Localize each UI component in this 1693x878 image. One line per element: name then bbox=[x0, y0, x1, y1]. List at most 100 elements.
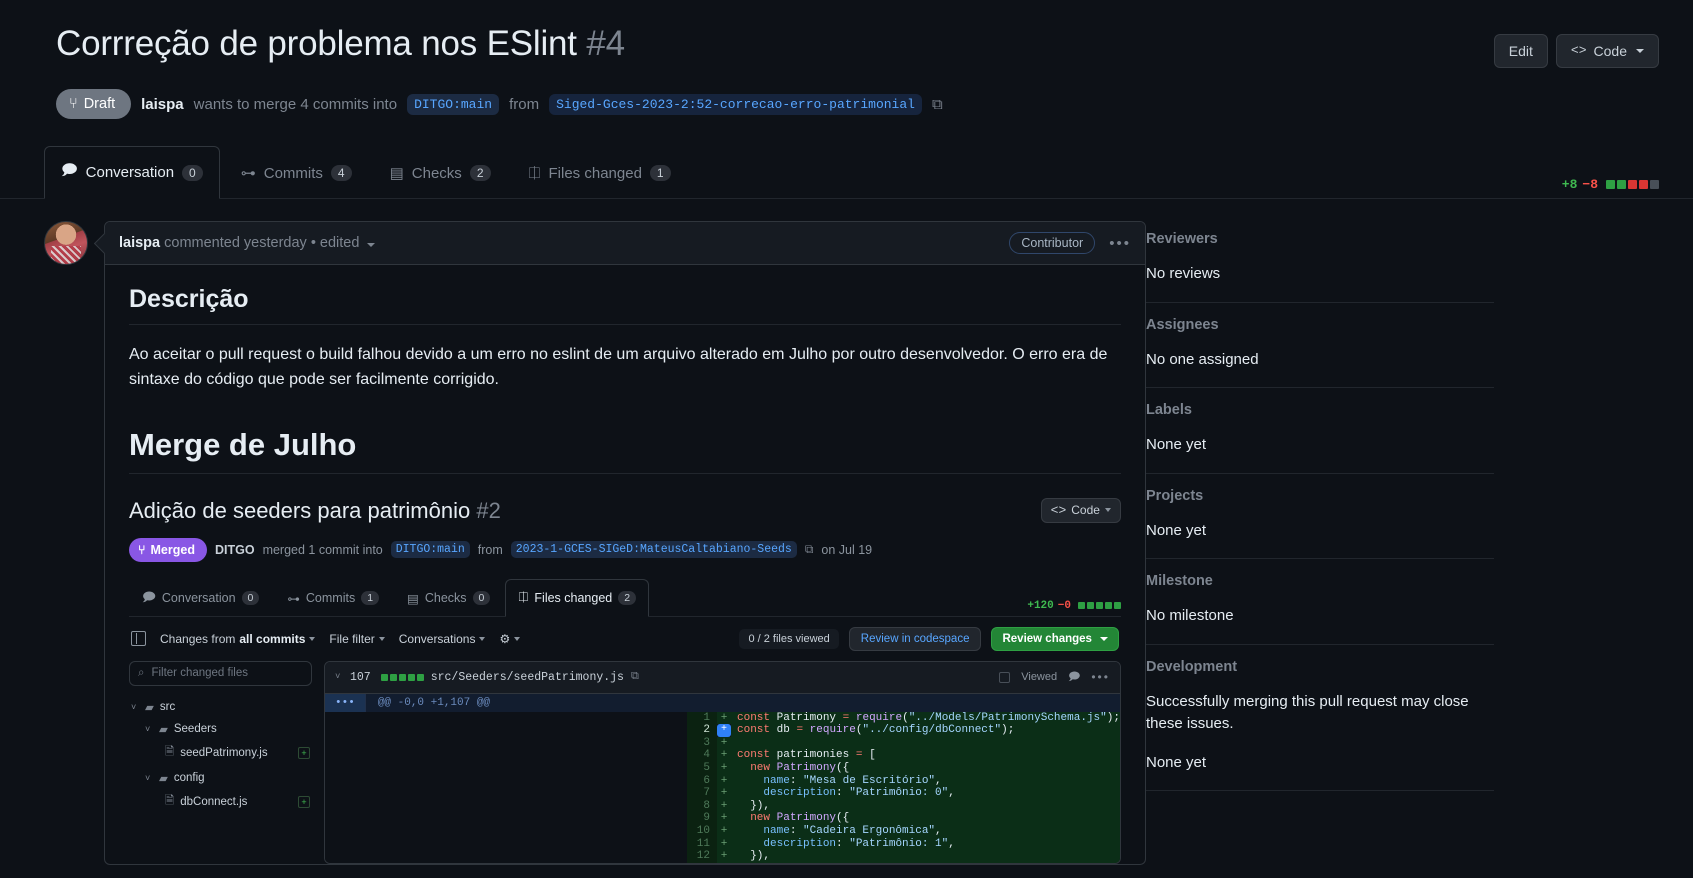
folder-icon: ▰ bbox=[159, 723, 168, 736]
diff-settings-button[interactable]: ⚙ bbox=[499, 631, 521, 646]
embedded-merged-by[interactable]: DITGO bbox=[215, 543, 255, 557]
embedded-tab-files-changed[interactable]: ⎅ Files changed 2 bbox=[505, 578, 650, 617]
embedded-tab-files-changed-label: Files changed bbox=[534, 590, 613, 605]
embedded-tab-checks[interactable]: ▤ Checks 0 bbox=[394, 579, 503, 617]
file-path[interactable]: src/Seeders/seedPatrimony.js bbox=[431, 671, 624, 684]
sidebar-section-assignees: Assignees No one assigned bbox=[1146, 303, 1494, 388]
tab-checks-label: Checks bbox=[411, 164, 462, 182]
embedded-diff-blocks bbox=[1077, 602, 1121, 610]
head-branch-chip[interactable]: Siged-Gces-2023-2:52-correcao-erro-patri… bbox=[549, 93, 922, 115]
sidebar-title[interactable]: Development bbox=[1146, 659, 1494, 675]
code-brackets-icon: <> bbox=[1570, 43, 1587, 58]
chevron-down-icon bbox=[1099, 636, 1108, 641]
tab-commits[interactable]: ⊶ Commits 4 bbox=[224, 146, 369, 199]
base-branch-chip[interactable]: DITGO:main bbox=[407, 93, 500, 115]
tree-item-dbconnect[interactable]: 🗎 dbConnect.js + bbox=[129, 789, 312, 816]
file-comment-icon[interactable]: 🗩 bbox=[1068, 668, 1080, 687]
file-menu-button[interactable]: ••• bbox=[1091, 670, 1110, 684]
comment-header: laispa commented yesterday • edited Cont… bbox=[105, 222, 1145, 265]
tree-item-src[interactable]: ˅ ▰ src bbox=[129, 696, 312, 718]
pr-number: #4 bbox=[586, 24, 625, 63]
draft-label: Draft bbox=[83, 96, 116, 112]
comment-paragraph: Ao aceitar o pull request o build falhou… bbox=[129, 346, 1108, 388]
tab-conversation[interactable]: 🗩 Conversation 0 bbox=[44, 146, 220, 199]
comment-author[interactable]: laispa bbox=[119, 235, 160, 251]
copy-icon[interactable]: ⧉ bbox=[932, 96, 943, 113]
embedded-tab-conversation-count: 0 bbox=[241, 591, 260, 606]
comment-icon: 🗩 bbox=[61, 162, 78, 179]
sidebar-title[interactable]: Milestone bbox=[1146, 573, 1494, 589]
code-line: 8 + }), bbox=[325, 799, 1120, 813]
tab-checks[interactable]: ▤ Checks 2 bbox=[373, 146, 508, 199]
embedded-tab-checks-label: Checks bbox=[424, 591, 467, 606]
sidebar-value: None yet bbox=[1146, 521, 1207, 539]
review-in-codespace-button[interactable]: Review in codespace bbox=[848, 626, 982, 651]
changes-from-dropdown[interactable]: Changes from all commits bbox=[160, 632, 316, 646]
sidebar-value: None yet bbox=[1146, 436, 1207, 453]
review-changes-button[interactable]: Review changes bbox=[991, 626, 1119, 651]
chevron-down-icon bbox=[309, 636, 316, 641]
sidebar-value-secondary: None yet bbox=[1146, 753, 1207, 771]
file-filter-dropdown[interactable]: File filter bbox=[329, 632, 385, 646]
tab-checks-count: 2 bbox=[469, 165, 491, 181]
sidebar-title[interactable]: Labels bbox=[1146, 402, 1494, 418]
embedded-diff-additions: +120 bbox=[1027, 599, 1054, 612]
tree-item-config[interactable]: ˅ ▰ config bbox=[129, 767, 312, 789]
copy-icon[interactable]: ⧉ bbox=[631, 671, 639, 683]
conversations-dropdown[interactable]: Conversations bbox=[399, 632, 486, 646]
gear-icon: ⚙ bbox=[499, 631, 511, 646]
chevron-down-icon bbox=[514, 636, 521, 641]
avatar[interactable] bbox=[44, 221, 88, 265]
embedded-base-branch[interactable]: DITGO:main bbox=[390, 541, 470, 559]
sidebar-section-development: Development Successfully merging this pu… bbox=[1146, 645, 1494, 791]
embedded-pr-title: Adição de seeders para patrimônio #2 bbox=[129, 498, 501, 524]
expand-hunk-button[interactable]: ••• bbox=[325, 693, 366, 712]
sidebar-title[interactable]: Reviewers bbox=[1146, 231, 1494, 247]
embedded-tab-commits-label: Commits bbox=[305, 591, 356, 606]
pr-author[interactable]: laispa bbox=[141, 96, 184, 113]
search-icon: ⌕ bbox=[138, 666, 145, 679]
tab-files-changed[interactable]: ⎅ Files changed 1 bbox=[512, 146, 688, 199]
tab-files-changed-count: 1 bbox=[649, 165, 671, 181]
tree-item-seedpatrimony[interactable]: 🗎 seedPatrimony.js + bbox=[129, 740, 312, 767]
viewed-label: Viewed bbox=[1021, 671, 1058, 684]
diff-blocks bbox=[1606, 180, 1659, 189]
sidebar-title[interactable]: Projects bbox=[1146, 488, 1494, 504]
heading-merge-julho: Merge de Julho bbox=[129, 427, 1121, 474]
code-line: 7 + description: "Patrimônio: 0", bbox=[325, 787, 1120, 800]
file-diff-icon: ⎅ bbox=[518, 590, 529, 605]
merge-text: wants to merge 4 commits into bbox=[193, 95, 398, 113]
sidebar-value: No milestone bbox=[1146, 607, 1234, 624]
tree-item-seeders[interactable]: ˅ ▰ Seeders bbox=[129, 718, 312, 740]
chevron-down-icon: ˅ bbox=[131, 701, 137, 712]
sidebar-title[interactable]: Assignees bbox=[1146, 317, 1494, 333]
embedded-tab-commits[interactable]: ⊶ Commits 1 bbox=[274, 579, 392, 617]
pr-header: Corrreção de problema nos ESlint #4 Edit… bbox=[0, 0, 1693, 119]
embedded-code-button[interactable]: <> Code bbox=[1040, 497, 1121, 523]
pr-body: laispa commented yesterday • edited Cont… bbox=[0, 199, 1693, 865]
edit-button[interactable]: Edit bbox=[1493, 34, 1548, 68]
filter-changed-files-input[interactable]: ⌕ Filter changed files bbox=[129, 660, 312, 686]
tree-item-label: dbConnect.js bbox=[180, 796, 248, 809]
viewed-checkbox[interactable] bbox=[999, 671, 1011, 683]
add-comment-button[interactable]: + bbox=[717, 724, 731, 737]
file-icon: 🗎 bbox=[165, 745, 175, 758]
sidebar-value: Successfully merging this pull request m… bbox=[1146, 692, 1469, 733]
tab-commits-label: Commits bbox=[263, 164, 323, 182]
heading-descricao: Descrição bbox=[129, 285, 1121, 325]
tab-commits-count: 4 bbox=[330, 165, 352, 181]
tab-files-changed-label: Files changed bbox=[548, 164, 642, 182]
embedded-code-label: Code bbox=[1071, 503, 1100, 518]
comment-menu-button[interactable]: ••• bbox=[1109, 235, 1131, 252]
copy-icon[interactable]: ⧉ bbox=[805, 542, 814, 557]
file-tree: ˅ ▰ src ˅ ▰ Seeders 🗎 seedPatrimony.js +… bbox=[129, 696, 312, 816]
page-title: Corrreção de problema nos ESlint #4 bbox=[56, 22, 625, 66]
code-button[interactable]: <> Code bbox=[1555, 34, 1659, 68]
embedded-tab-conversation[interactable]: 🗩 Conversation 0 bbox=[129, 579, 272, 617]
chevron-down-icon[interactable]: ˅ bbox=[335, 672, 343, 682]
sidebar-section-milestone: Milestone No milestone bbox=[1146, 559, 1494, 645]
from-label: from bbox=[509, 95, 540, 113]
chevron-down-icon[interactable] bbox=[367, 243, 376, 247]
sidebar-toggle-icon[interactable] bbox=[131, 631, 146, 647]
embedded-head-branch[interactable]: 2023-1-GCES-SIGeD:MateusCaltabiano-Seeds bbox=[510, 541, 797, 559]
